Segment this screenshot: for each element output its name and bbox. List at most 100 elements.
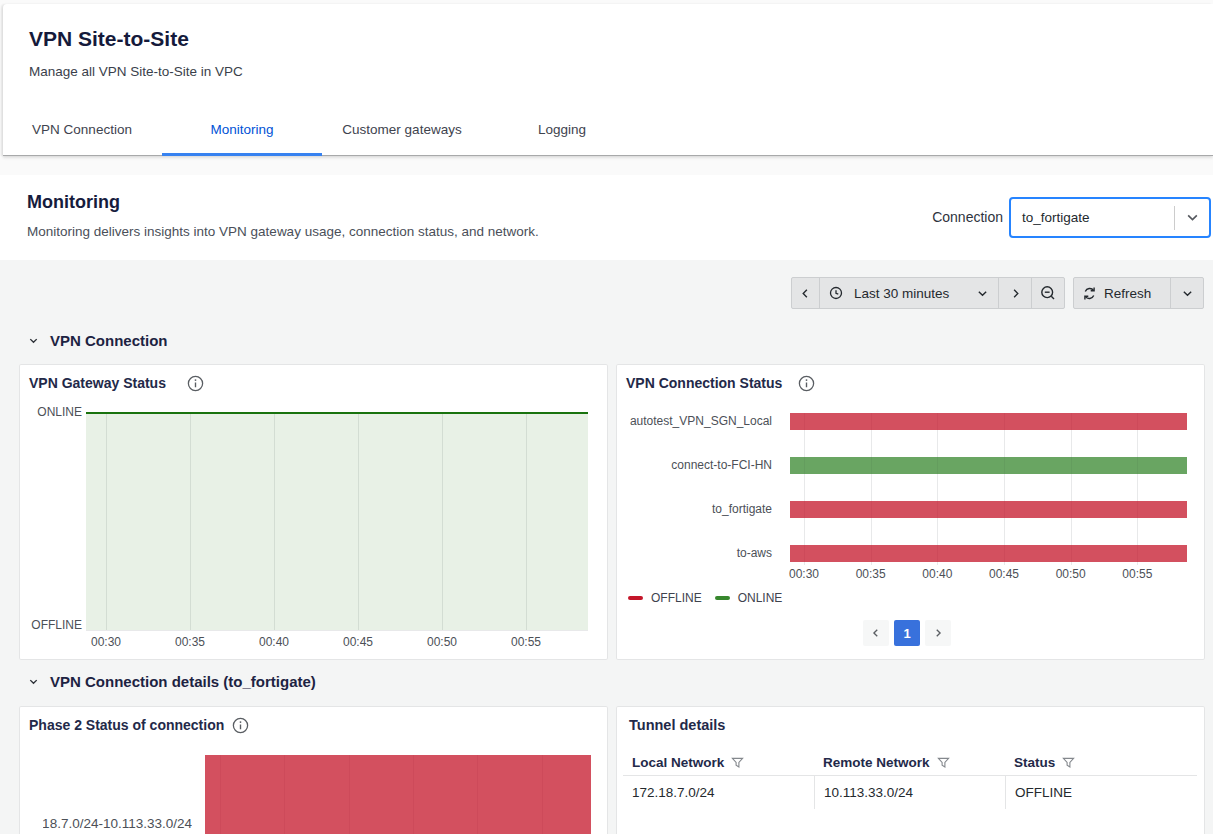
connection-tick: 00:30	[774, 567, 834, 581]
clock-icon	[829, 286, 843, 300]
gateway-tick: 00:35	[160, 635, 220, 649]
tab-bar: VPN Connection Monitoring Customer gatew…	[2, 115, 642, 155]
connection-bar-offline	[790, 501, 1187, 518]
tab-customer-gateways[interactable]: Customer gateways	[322, 115, 482, 155]
gateway-tick: 00:55	[496, 635, 556, 649]
chart-legend: OFFLINE ONLINE	[628, 591, 782, 605]
chevron-down-icon	[977, 288, 988, 299]
col-status[interactable]: Status	[1005, 755, 1197, 770]
gateway-x-axis	[86, 630, 588, 631]
col-status-label: Status	[1014, 755, 1055, 770]
pagination-prev-button[interactable]	[863, 620, 889, 646]
chevron-down-icon	[28, 676, 50, 687]
zoom-out-icon	[1040, 285, 1056, 301]
connection-row-label: to-aws	[616, 547, 772, 560]
tab-logging[interactable]: Logging	[482, 115, 642, 155]
card-tunnel-details: Tunnel details Local Network Remote Netw…	[616, 706, 1205, 834]
connection-row-label: to_fortigate	[616, 503, 772, 516]
page-title: VPN Site-to-Site	[29, 27, 189, 51]
section-vpn-connection-details[interactable]: VPN Connection details (to_fortigate)	[28, 673, 316, 690]
phase2-row-label: 172.18.7.0/24-10.113.33.0/24	[43, 816, 192, 831]
gateway-tick: 00:45	[328, 635, 388, 649]
info-icon[interactable]	[187, 375, 204, 396]
section-vpn-connection-details-title: VPN Connection details (to_fortigate)	[50, 673, 316, 690]
gateway-chart-title: VPN Gateway Status	[29, 375, 166, 391]
monitoring-description: Monitoring delivers insights into VPN ga…	[27, 224, 539, 239]
refresh-group: Refresh	[1073, 277, 1204, 309]
tunnel-details-title: Tunnel details	[629, 717, 725, 733]
chevron-down-icon	[1175, 211, 1209, 224]
gateway-y-online: ONLINE	[19, 405, 82, 419]
page-header: VPN Site-to-Site Manage all VPN Site-to-…	[3, 4, 1213, 156]
chevron-left-icon	[800, 288, 811, 299]
gateway-chart-plot	[86, 412, 588, 631]
chevron-right-icon	[1010, 288, 1021, 299]
gateway-y-offline: OFFLINE	[19, 618, 82, 632]
filter-icon[interactable]	[1062, 756, 1075, 769]
legend-online-swatch	[715, 596, 730, 601]
phase2-bar-offline	[205, 755, 591, 834]
tab-monitoring[interactable]: Monitoring	[162, 115, 322, 155]
cell-remote-network: 10.113.33.0/24	[814, 776, 1005, 809]
tunnel-table-header: Local Network Remote Network Status	[623, 749, 1197, 776]
refresh-button[interactable]: Refresh	[1074, 278, 1170, 308]
filter-icon[interactable]	[731, 756, 744, 769]
connection-row-label: autotest_VPN_SGN_Local	[616, 415, 772, 428]
col-remote-network-label: Remote Network	[823, 755, 930, 770]
page-subtitle: Manage all VPN Site-to-Site in VPC	[29, 64, 243, 79]
connection-chart-title: VPN Connection Status	[626, 375, 782, 391]
time-next-button[interactable]	[999, 278, 1031, 308]
section-vpn-connection-title: VPN Connection	[50, 332, 168, 349]
connection-tick: 00:50	[1041, 567, 1101, 581]
legend-online-label: ONLINE	[738, 591, 783, 605]
chevron-down-icon	[28, 335, 50, 346]
col-local-network[interactable]: Local Network	[623, 755, 814, 770]
connection-bar-offline	[790, 545, 1187, 562]
filter-icon[interactable]	[937, 756, 950, 769]
col-remote-network[interactable]: Remote Network	[814, 755, 1005, 770]
connection-select[interactable]: to_fortigate	[1009, 197, 1211, 238]
refresh-label: Refresh	[1104, 286, 1151, 301]
pagination-page-1[interactable]: 1	[894, 620, 920, 646]
phase2-chart-title: Phase 2 Status of connection	[29, 717, 224, 733]
card-phase2-status: Phase 2 Status of connection 172.18.7.0/…	[19, 706, 608, 834]
info-icon[interactable]	[232, 717, 249, 738]
connection-row-label: connect-to-FCI-HN	[616, 459, 772, 472]
legend-offline-swatch	[628, 596, 643, 601]
gateway-tick: 00:50	[412, 635, 472, 649]
connection-select-value: to_fortigate	[1011, 210, 1174, 225]
tab-vpn-connection[interactable]: VPN Connection	[2, 115, 162, 155]
card-vpn-connection-status: VPN Connection Status autotest_VPN_SGN_L…	[616, 364, 1205, 660]
connection-bar-offline	[790, 413, 1187, 430]
connection-label: Connection	[932, 209, 1003, 225]
refresh-options-button[interactable]	[1171, 278, 1203, 308]
legend-offline[interactable]: OFFLINE	[628, 591, 702, 605]
refresh-icon	[1082, 286, 1097, 301]
connection-tick: 00:35	[841, 567, 901, 581]
legend-online[interactable]: ONLINE	[715, 591, 783, 605]
time-range-button[interactable]: Last 30 minutes	[820, 278, 998, 308]
tunnel-table-row: 172.18.7.0/24 10.113.33.0/24 OFFLINE	[623, 776, 1197, 809]
monitoring-title: Monitoring	[27, 192, 120, 213]
pagination-next-button[interactable]	[925, 620, 951, 646]
time-prev-button[interactable]	[792, 278, 819, 308]
gateway-area-fill	[86, 414, 588, 630]
section-vpn-connection[interactable]: VPN Connection	[28, 332, 168, 349]
cell-local-network: 172.18.7.0/24	[623, 776, 814, 809]
zoom-out-button[interactable]	[1032, 278, 1064, 308]
connection-tick: 00:45	[974, 567, 1034, 581]
info-icon[interactable]	[798, 375, 815, 396]
connection-tick: 00:40	[907, 567, 967, 581]
connection-tick: 00:55	[1107, 567, 1167, 581]
connection-bar-online	[790, 457, 1187, 474]
gateway-tick: 00:40	[244, 635, 304, 649]
tunnel-table: Local Network Remote Network Status 172.…	[623, 749, 1197, 809]
gateway-online-line	[86, 412, 588, 414]
gateway-tick: 00:30	[76, 635, 136, 649]
col-local-network-label: Local Network	[632, 755, 724, 770]
legend-offline-label: OFFLINE	[651, 591, 702, 605]
phase2-row-label-clip: 172.18.7.0/24-10.113.33.0/24	[43, 816, 192, 833]
cell-status: OFFLINE	[1005, 776, 1197, 809]
monitoring-header: Monitoring Monitoring delivers insights …	[0, 175, 1213, 260]
card-vpn-gateway-status: VPN Gateway Status ONLINE OFFLINE 00:30 …	[19, 364, 608, 660]
